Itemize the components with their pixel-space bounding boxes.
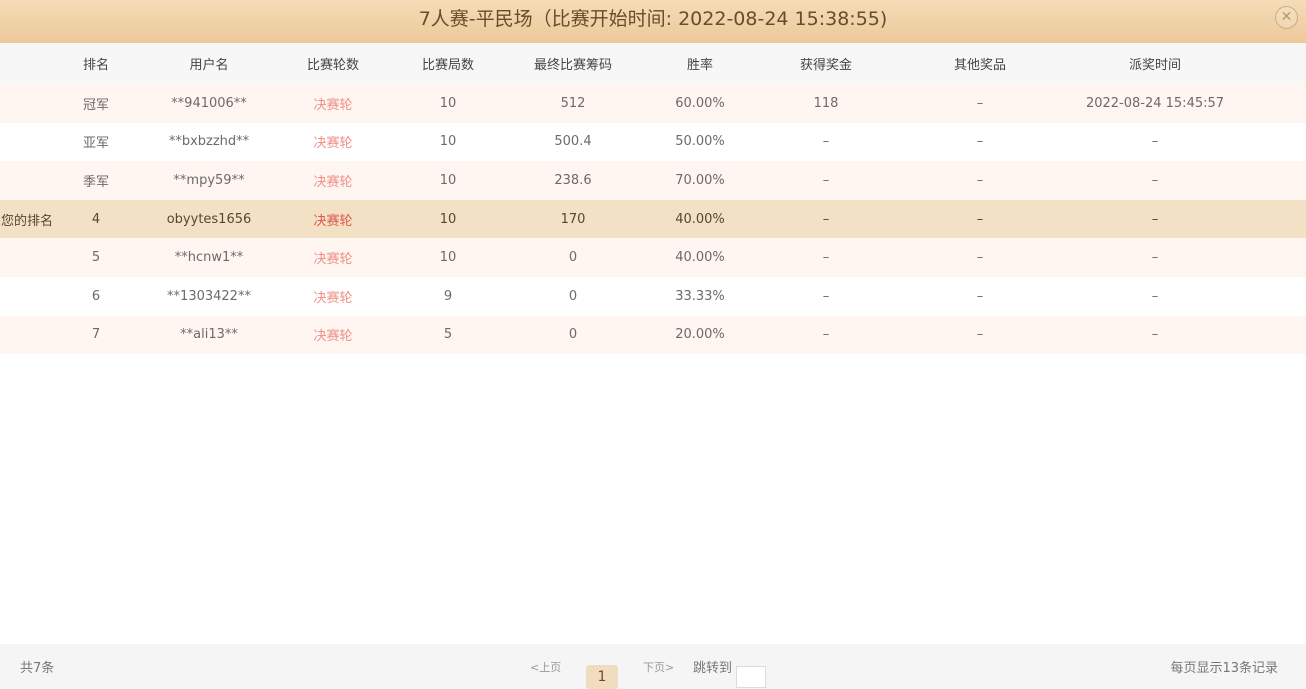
username-cell: **mpy59** <box>173 172 245 188</box>
username-cell: **ali13** <box>180 327 238 343</box>
round-cell: 决赛轮 <box>313 290 353 306</box>
round-cell: 决赛轮 <box>313 252 353 268</box>
prize-cell: – <box>976 250 984 266</box>
bonus-cell: – <box>822 327 830 343</box>
column-header-winrate: 胜率 <box>686 58 714 73</box>
winrate-cell: 40.00% <box>675 250 725 266</box>
games-cell: 10 <box>439 95 457 111</box>
award-time-cell: – <box>1151 327 1159 343</box>
award-time-cell: – <box>1151 250 1159 266</box>
prize-cell: – <box>976 211 984 227</box>
ranking-table: 排名 用户名 比赛轮数 比赛局数 最终比赛筹码 胜率 获得奖金 其他奖品 派奖时… <box>0 43 1306 355</box>
title-bar: 7人赛-平民场（比赛开始时间: 2022-08-24 15:38:55) <box>0 0 1306 43</box>
rank-cell: 4 <box>91 211 101 227</box>
chips-cell: 512 <box>560 95 586 111</box>
column-header-rounds: 比赛轮数 <box>306 58 360 73</box>
winrate-cell: 50.00% <box>675 134 725 150</box>
next-page-button[interactable]: 下页> <box>643 644 674 689</box>
round-cell: 决赛轮 <box>313 329 353 345</box>
award-time-cell: – <box>1151 134 1159 150</box>
games-cell: 10 <box>439 134 457 150</box>
bonus-cell: – <box>822 172 830 188</box>
prize-cell: – <box>976 172 984 188</box>
table-row: 5 **hcnw1** 决赛轮 10 0 40.00% – – – <box>0 238 1306 277</box>
column-header-bonus: 获得奖金 <box>799 58 853 73</box>
total-count: 共7条 <box>20 661 55 676</box>
rank-cell: 6 <box>91 288 101 304</box>
bonus-cell: – <box>822 211 830 227</box>
prize-cell: – <box>976 134 984 150</box>
table-row: 7 **ali13** 决赛轮 5 0 20.00% – – – <box>0 315 1306 355</box>
column-header-final-chips: 最终比赛筹码 <box>533 58 613 73</box>
column-header-award-time: 派奖时间 <box>1128 58 1182 73</box>
per-page-info: 每页显示13条记录 <box>1170 661 1278 676</box>
award-time-cell: – <box>1151 172 1159 188</box>
winrate-cell: 60.00% <box>675 95 725 111</box>
column-header-games: 比赛局数 <box>421 58 475 73</box>
prize-cell: – <box>976 95 984 111</box>
jump-page-input[interactable] <box>736 666 766 688</box>
my-rank-label: 您的排名 <box>1 213 54 229</box>
table-row: 冠军 **941006** 决赛轮 10 512 60.00% 118 – 20… <box>0 84 1306 123</box>
page-title: 7人赛-平民场（比赛开始时间: 2022-08-24 15:38:55) <box>418 8 888 30</box>
winrate-cell: 70.00% <box>675 172 725 188</box>
my-rank-row: 您的排名 4 obyytes1656 决赛轮 10 170 40.00% – –… <box>0 199 1306 239</box>
table-row: 亚军 **bxbzzhd** 决赛轮 10 500.4 50.00% – – – <box>0 122 1306 162</box>
table-header: 排名 用户名 比赛轮数 比赛局数 最终比赛筹码 胜率 获得奖金 其他奖品 派奖时… <box>0 43 1306 84</box>
username-cell: **1303422** <box>167 288 251 304</box>
games-cell: 9 <box>443 288 453 304</box>
games-cell: 5 <box>443 327 453 343</box>
chips-cell: 500.4 <box>554 134 592 150</box>
chips-cell: 0 <box>568 288 578 304</box>
chips-cell: 170 <box>560 211 586 227</box>
table-row: 6 **1303422** 决赛轮 9 0 33.33% – – – <box>0 276 1306 316</box>
rank-cell: 亚军 <box>82 136 110 152</box>
winrate-cell: 40.00% <box>675 211 725 227</box>
rank-cell: 7 <box>91 327 101 343</box>
bonus-cell: – <box>822 288 830 304</box>
chips-cell: 238.6 <box>554 172 592 188</box>
table-row: 季军 **mpy59** 决赛轮 10 238.6 70.00% – – – <box>0 161 1306 200</box>
current-page-button[interactable]: 1 <box>586 665 618 689</box>
bonus-cell: – <box>822 250 830 266</box>
chips-cell: 0 <box>568 327 578 343</box>
column-header-rank: 排名 <box>82 58 110 73</box>
round-cell: 决赛轮 <box>313 136 353 152</box>
username-cell: **bxbzzhd** <box>168 134 250 150</box>
username-cell: **941006** <box>171 95 247 111</box>
games-cell: 10 <box>439 250 457 266</box>
winrate-cell: 20.00% <box>675 327 725 343</box>
rank-cell: 季军 <box>82 174 110 190</box>
round-cell: 决赛轮 <box>313 174 353 190</box>
close-icon[interactable]: ✕ <box>1275 6 1298 29</box>
prev-page-button[interactable]: <上页 <box>530 644 561 689</box>
games-cell: 10 <box>439 172 457 188</box>
username-cell: **hcnw1** <box>174 250 244 266</box>
column-header-username: 用户名 <box>189 58 229 73</box>
round-cell: 决赛轮 <box>313 97 353 113</box>
rank-cell: 冠军 <box>82 97 110 113</box>
prize-cell: – <box>976 327 984 343</box>
winrate-cell: 33.33% <box>675 288 725 304</box>
bonus-cell: – <box>822 134 830 150</box>
username-cell: obyytes1656 <box>166 211 252 227</box>
pagination-footer: 共7条 <上页 1 下页> 跳转到 每页显示13条记录 <box>0 644 1306 689</box>
jump-to-label: 跳转到 <box>693 661 733 676</box>
award-time-cell: 2022-08-24 15:45:57 <box>1085 95 1225 111</box>
award-time-cell: – <box>1151 211 1159 227</box>
prize-cell: – <box>976 288 984 304</box>
round-cell: 决赛轮 <box>313 213 353 229</box>
games-cell: 10 <box>439 211 457 227</box>
chips-cell: 0 <box>568 250 578 266</box>
jump-input-wrap <box>736 665 766 689</box>
bonus-cell: 118 <box>813 95 839 111</box>
award-time-cell: – <box>1151 288 1159 304</box>
rank-cell: 5 <box>91 250 101 266</box>
column-header-other-prize: 其他奖品 <box>953 58 1007 73</box>
